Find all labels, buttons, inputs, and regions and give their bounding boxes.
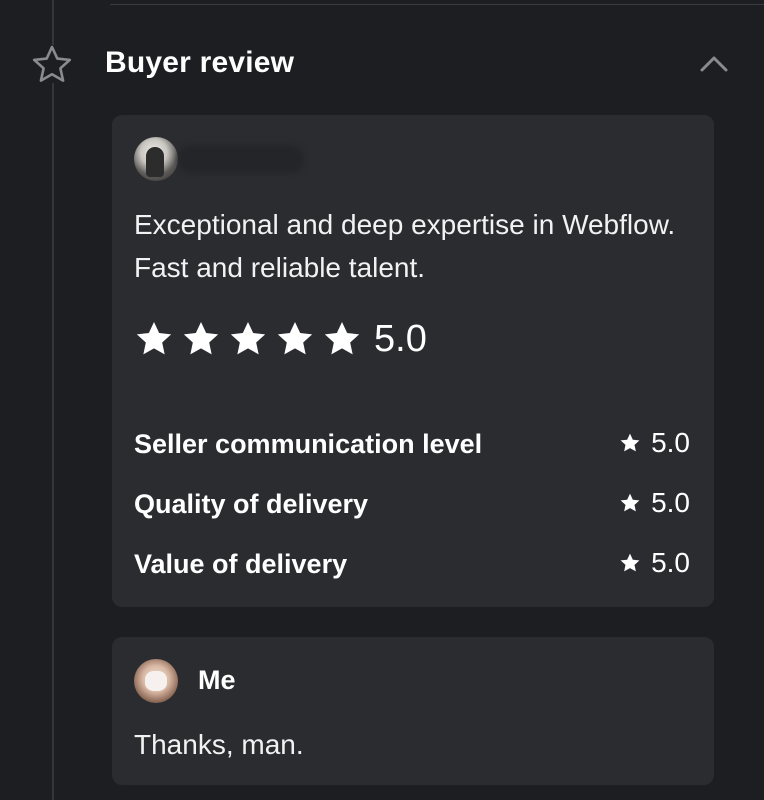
criterion-value: 5.0 bbox=[651, 427, 690, 458]
criterion-value: 5.0 bbox=[651, 547, 690, 578]
star-icon bbox=[277, 322, 313, 355]
criterion-row: Seller communication level 5.0 bbox=[134, 421, 690, 481]
star-icon bbox=[230, 322, 266, 355]
star-icon bbox=[136, 322, 172, 355]
reply-card: Me Thanks, man. bbox=[112, 637, 714, 785]
star-icon bbox=[183, 322, 219, 355]
criterion-score: 5.0 bbox=[619, 427, 690, 459]
section-title: Buyer review bbox=[105, 46, 295, 79]
criterion-score: 5.0 bbox=[619, 547, 690, 579]
rating-breakdown: Seller communication level 5.0 Quality o… bbox=[134, 421, 690, 601]
my-avatar[interactable] bbox=[134, 659, 178, 703]
chevron-up-icon bbox=[700, 56, 728, 72]
rating-stars: 5.0 bbox=[134, 317, 427, 361]
star-outline-icon bbox=[32, 45, 72, 83]
criterion-row: Value of delivery 5.0 bbox=[134, 541, 690, 601]
criterion-label: Quality of delivery bbox=[134, 489, 369, 519]
criterion-value: 5.0 bbox=[651, 487, 690, 518]
reply-text: Thanks, man. bbox=[134, 729, 304, 760]
collapse-button[interactable] bbox=[692, 48, 736, 78]
review-card: Exceptional and deep expertise in Webflo… bbox=[112, 115, 714, 607]
top-divider bbox=[110, 4, 764, 5]
overall-score: 5.0 bbox=[374, 318, 427, 360]
review-text: Exceptional and deep expertise in Webflo… bbox=[134, 209, 676, 283]
reply-author: Me bbox=[198, 665, 236, 695]
criterion-label: Seller communication level bbox=[134, 429, 483, 459]
star-icon bbox=[620, 433, 640, 452]
criterion-label: Value of delivery bbox=[134, 549, 348, 579]
avatar-figure bbox=[146, 147, 164, 177]
reviewer-name-blurred bbox=[178, 145, 304, 173]
star-icon bbox=[324, 322, 360, 355]
star-icon bbox=[620, 553, 640, 572]
reviewer-avatar[interactable] bbox=[134, 137, 178, 181]
avatar-face bbox=[145, 671, 167, 691]
star-icon bbox=[620, 493, 640, 512]
buyer-review-header: Buyer review bbox=[0, 30, 764, 96]
timeline-line bbox=[52, 0, 54, 800]
criterion-score: 5.0 bbox=[619, 487, 690, 519]
criterion-row: Quality of delivery 5.0 bbox=[134, 481, 690, 541]
